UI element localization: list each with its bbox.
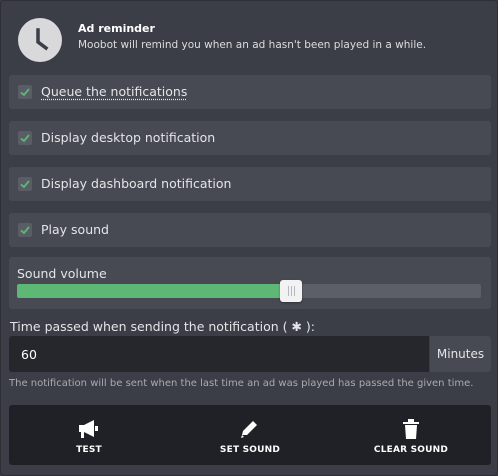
set-sound-label: SET SOUND <box>219 445 281 455</box>
megaphone-icon <box>79 420 98 438</box>
set-sound-button[interactable]: SET SOUND <box>190 405 310 465</box>
slider-fill <box>17 284 291 298</box>
option-dashboard-notification[interactable]: Display dashboard notification <box>9 167 491 201</box>
checkmark-icon <box>20 226 30 235</box>
help-text: The notification will be sent when the l… <box>9 378 474 389</box>
option-desktop-notification[interactable]: Display desktop notification <box>9 121 491 155</box>
option-label: Display dashboard notification <box>41 176 232 191</box>
sound-volume-panel: Sound volume <box>9 257 491 309</box>
option-label: Display desktop notification <box>41 130 216 145</box>
grip-line <box>290 286 292 296</box>
checkbox[interactable] <box>18 177 32 191</box>
clock-icon <box>18 18 62 62</box>
time-passed-label: Time passed when sending the notificatio… <box>10 319 316 334</box>
minutes-input[interactable] <box>9 336 429 372</box>
option-queue-notifications[interactable]: Queue the notifications <box>9 75 491 109</box>
checkmark-icon <box>20 180 30 189</box>
test-label: TEST <box>76 445 102 455</box>
test-button[interactable]: TEST <box>29 405 149 465</box>
sound-volume-slider[interactable] <box>17 280 481 302</box>
header: Ad reminder Moobot will remind you when … <box>18 18 488 64</box>
checkbox[interactable] <box>18 131 32 145</box>
action-bar: TEST SET SOUND CLEAR SOUND <box>9 405 491 465</box>
option-label: Play sound <box>41 222 109 237</box>
trash-icon <box>403 419 419 439</box>
checkmark-icon <box>20 88 30 97</box>
clear-sound-label: CLEAR SOUND <box>373 445 449 455</box>
checkbox[interactable] <box>18 223 32 237</box>
header-description: Moobot will remind you when an ad hasn't… <box>78 39 427 51</box>
pencil-icon <box>241 421 257 438</box>
unit-label: Minutes <box>430 336 491 372</box>
grip-line <box>293 286 295 296</box>
option-label: Queue the notifications <box>41 84 188 99</box>
grip-line <box>287 286 289 296</box>
ad-reminder-panel: Ad reminder Moobot will remind you when … <box>0 0 498 476</box>
sound-volume-label: Sound volume <box>17 266 107 281</box>
time-input-group: Minutes <box>9 336 491 372</box>
header-title: Ad reminder <box>78 22 155 35</box>
option-play-sound[interactable]: Play sound <box>9 213 491 247</box>
clear-sound-button[interactable]: CLEAR SOUND <box>351 405 471 465</box>
slider-handle[interactable] <box>279 280 302 302</box>
checkmark-icon <box>20 134 30 143</box>
checkbox[interactable] <box>18 85 32 99</box>
